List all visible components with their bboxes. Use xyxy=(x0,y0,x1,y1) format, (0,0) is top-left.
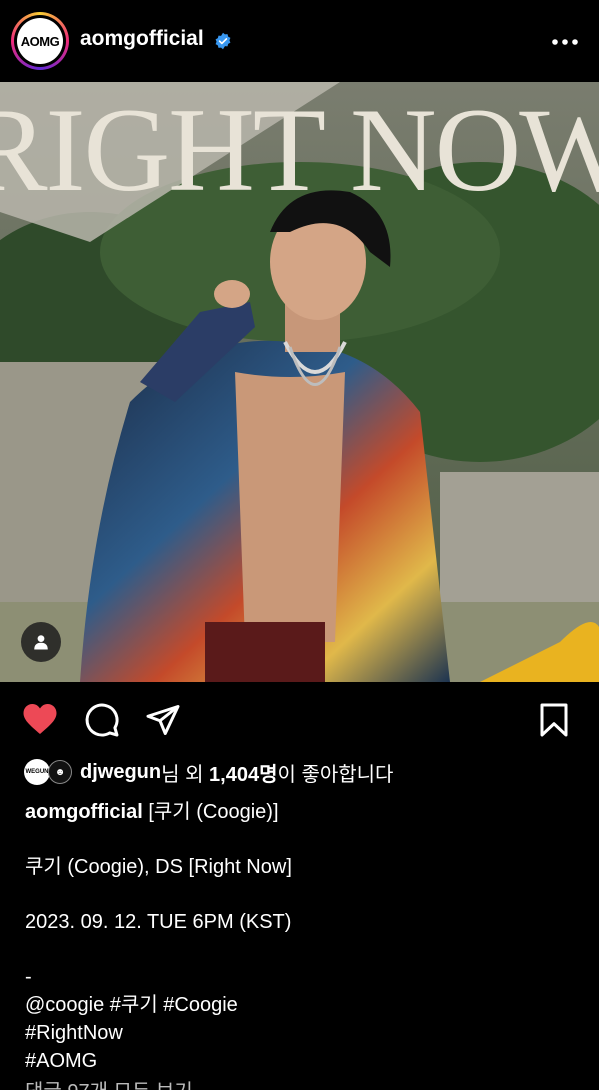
caption-text: 쿠기 (Coogie), DS [Right Now] xyxy=(25,856,292,878)
person-icon xyxy=(34,635,48,650)
tagged-users-button[interactable] xyxy=(21,622,61,662)
comment-icon[interactable] xyxy=(84,702,120,738)
post-caption: aomgofficial [쿠기 (Coogie)] 쿠기 (Coogie), … xyxy=(25,798,585,1075)
likes-suffix-text: 이 좋아합니다 xyxy=(277,763,394,786)
caption-text: [쿠기 (Coogie)] xyxy=(142,801,279,823)
post-header: AOMG aomgofficial xyxy=(0,0,599,82)
caption-username[interactable]: aomgofficial xyxy=(25,801,143,823)
bookmark-icon[interactable] xyxy=(538,702,570,738)
caption-mention-hashtags[interactable]: @coogie #쿠기 #Coogie xyxy=(25,991,585,1019)
post-actions-bar xyxy=(0,690,599,750)
more-options-icon[interactable] xyxy=(551,38,579,46)
heart-filled-icon[interactable] xyxy=(22,702,58,736)
likes-summary[interactable]: WEGUN ☻ djwegun 님 외 1,404명 이 좋아합니다 xyxy=(24,758,393,786)
post-image[interactable]: RIGHT NOW xyxy=(0,82,599,682)
avatar-logo: AOMG xyxy=(17,18,63,64)
send-icon[interactable] xyxy=(145,702,181,738)
post-username[interactable]: aomgofficial xyxy=(80,27,204,51)
avatar[interactable]: ☻ xyxy=(48,760,72,784)
likes-middle-text: 님 외 xyxy=(161,763,210,786)
avatar[interactable]: AOMG xyxy=(14,15,66,67)
caption-text: - xyxy=(25,966,32,988)
verified-badge-icon xyxy=(215,32,231,50)
avatar[interactable]: WEGUN xyxy=(24,759,50,785)
caption-hashtag[interactable]: #RightNow xyxy=(25,1019,585,1047)
liker-username[interactable]: djwegun xyxy=(80,761,161,784)
view-all-comments-link[interactable]: 댓글 97개 모두 보기 xyxy=(25,1078,193,1090)
caption-text: 2023. 09. 12. TUE 6PM (KST) xyxy=(25,911,292,933)
post-photo-illustration: RIGHT NOW xyxy=(0,82,599,682)
profile-avatar-ring[interactable]: AOMG xyxy=(11,12,69,70)
caption-hashtag[interactable]: #AOMG xyxy=(25,1047,585,1075)
likes-count[interactable]: 1,404명 xyxy=(209,758,277,787)
post-image-title: RIGHT NOW xyxy=(0,83,599,216)
